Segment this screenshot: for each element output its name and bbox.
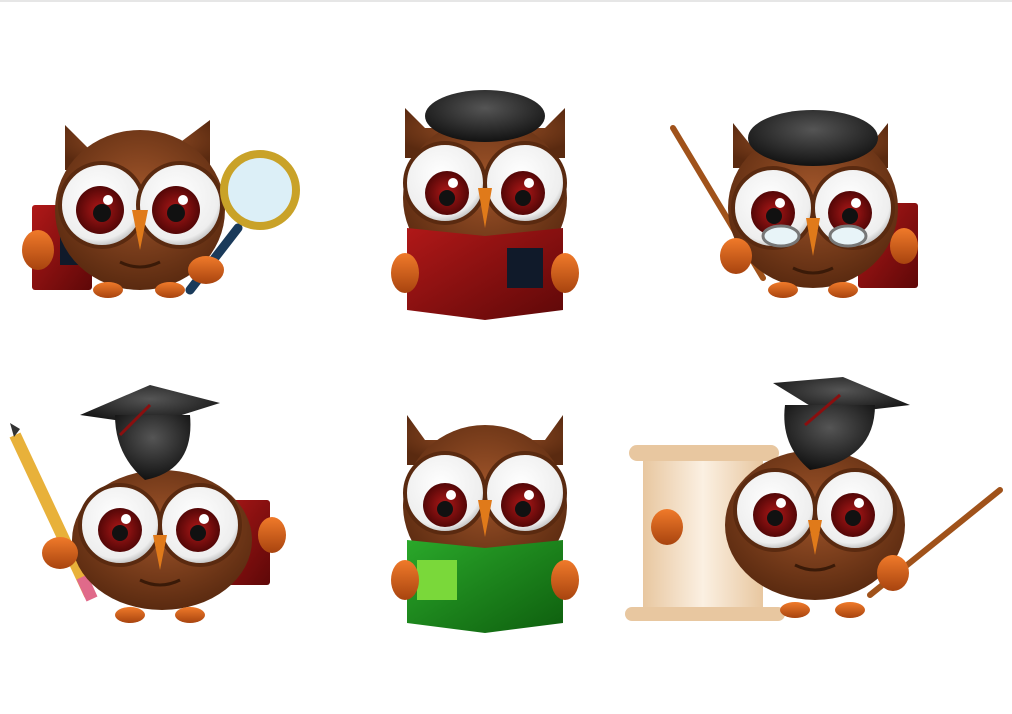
owl-teacher-glasses: [668, 108, 938, 308]
black-hair: [425, 90, 545, 142]
owl-graduate-scroll: [625, 375, 1005, 625]
owl-reading-red-book: [391, 88, 579, 323]
top-border: [0, 0, 1012, 2]
green-book: [407, 540, 563, 633]
owl-reading-green-book: [391, 405, 579, 635]
owl-graduate-pencil: [9, 385, 290, 625]
mortarboard: [80, 385, 220, 480]
red-book: [407, 228, 563, 320]
black-hair: [748, 110, 878, 166]
pencil: [9, 423, 98, 602]
owl-magnifying-glass: [20, 110, 310, 310]
